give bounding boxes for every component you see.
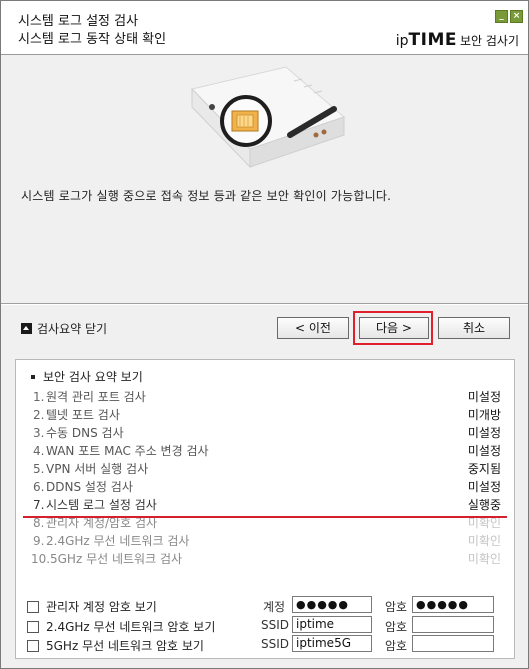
item-label: 텔넷 포트 검사 [46, 408, 120, 422]
item-label: 시스템 로그 설정 검사 [46, 498, 157, 512]
security-summary-panel: 보안 검사 요약 보기 1. 원격 관리 포트 검사 미설정 2. 텔넷 포트 … [15, 359, 515, 659]
wifi24-show-label: 2.4GHz 무선 네트워크 암호 보기 [46, 620, 216, 634]
list-item: 3. 수동 DNS 검사 미설정 [33, 424, 503, 442]
item-number: 7. [33, 498, 45, 512]
item-number: 6. [33, 480, 45, 494]
item-status: 미설정 [467, 444, 501, 458]
wifi24-show-checkbox[interactable] [27, 620, 39, 633]
account-label: 계정 [263, 600, 286, 614]
toggle-summary-button[interactable]: 검사요약 닫기 [21, 320, 107, 337]
page-subtitle: 시스템 로그 동작 상태 확인 [18, 32, 167, 47]
wifi5-password-field[interactable] [412, 635, 494, 652]
wifi5-password-label: 암호 [385, 639, 408, 653]
item-status: 미설정 [467, 390, 501, 404]
list-item-current: 7. 시스템 로그 설정 검사 실행중 [33, 496, 503, 514]
item-status: 실행중 [467, 498, 501, 512]
admin-show-checkbox[interactable] [27, 600, 39, 613]
summary-title-text: 보안 검사 요약 보기 [43, 370, 143, 384]
brand-logo: ipTIME 보안 검사기 [396, 30, 519, 50]
item-number: 10. [31, 552, 51, 566]
brand-ip-text: ip [395, 33, 409, 49]
item-label: 수동 DNS 검사 [46, 426, 124, 440]
item-number: 2. [33, 408, 45, 422]
minimize-icon[interactable]: _ [495, 10, 508, 23]
collapse-icon [21, 323, 32, 334]
brand-time-text: TIME [408, 30, 457, 50]
wifi24-password-label: 암호 [385, 620, 408, 634]
item-number: 3. [33, 426, 45, 440]
wifi24-password-field[interactable] [412, 616, 494, 633]
list-item: 10. 5GHz 무선 네트워크 검사 미확인 [31, 550, 503, 568]
admin-password-label: 암호 [385, 600, 408, 614]
divider [1, 303, 528, 305]
brand-subtitle: 보안 검사기 [459, 34, 519, 48]
admin-password-field[interactable]: ●●●●● [412, 596, 494, 613]
item-status: 미설정 [467, 480, 501, 494]
wifi5-show-label: 5GHz 무선 네트워크 암호 보기 [46, 639, 204, 653]
item-label: VPN 서버 실행 검사 [46, 462, 149, 476]
admin-password-show-option[interactable]: 관리자 계정 암호 보기 [27, 598, 157, 615]
current-item-underline [23, 516, 507, 518]
item-label: 원격 관리 포트 검사 [46, 390, 146, 404]
item-number: 9. [33, 534, 45, 548]
account-field[interactable]: ●●●●● [292, 596, 372, 613]
list-item: 1. 원격 관리 포트 검사 미설정 [33, 388, 503, 406]
bullet-icon [31, 374, 35, 379]
prev-button[interactable]: < 이전 [277, 317, 349, 339]
item-status: 중지됨 [467, 462, 501, 476]
router-illustration [191, 66, 345, 169]
item-number: 5. [33, 462, 45, 476]
item-label: DDNS 설정 검사 [46, 480, 133, 494]
header-banner: 시스템 로그 설정 검사 시스템 로그 동작 상태 확인 _ × ipTIME 보… [1, 1, 528, 55]
summary-title: 보안 검사 요약 보기 [31, 368, 143, 385]
ssid5-label: SSID [261, 637, 290, 651]
item-status: 미확인 [467, 534, 501, 548]
toggle-summary-label: 검사요약 닫기 [37, 322, 108, 336]
wifi5-show-checkbox[interactable] [27, 639, 39, 652]
security-checker-window: 시스템 로그 설정 검사 시스템 로그 동작 상태 확인 _ × ipTIME 보… [0, 0, 529, 669]
wifi24-password-show-option[interactable]: 2.4GHz 무선 네트워크 암호 보기 [27, 618, 215, 635]
list-item: 9. 2.4GHz 무선 네트워크 검사 미확인 [33, 532, 503, 550]
page-title: 시스템 로그 설정 검사 [18, 14, 139, 29]
next-button-highlight [353, 311, 433, 345]
item-status: 미확인 [467, 552, 501, 566]
item-status: 미개방 [467, 408, 501, 422]
list-item: 5. VPN 서버 실행 검사 중지됨 [33, 460, 503, 478]
item-label: 2.4GHz 무선 네트워크 검사 [46, 534, 190, 548]
cancel-button[interactable]: 취소 [438, 317, 510, 339]
wifi5-password-show-option[interactable]: 5GHz 무선 네트워크 암호 보기 [27, 637, 204, 654]
ssid24-field[interactable]: iptime [292, 616, 372, 633]
close-icon[interactable]: × [510, 10, 523, 23]
status-description: 시스템 로그가 실행 중으로 접속 정보 등과 같은 보안 확인이 가능합니다. [21, 189, 392, 203]
ssid5-field[interactable]: iptime5G [292, 635, 372, 652]
item-label: WAN 포트 MAC 주소 변경 검사 [46, 444, 209, 458]
list-item: 2. 텔넷 포트 검사 미개방 [33, 406, 503, 424]
list-item: 4. WAN 포트 MAC 주소 변경 검사 미설정 [33, 442, 503, 460]
item-number: 1. [33, 390, 45, 404]
admin-show-label: 관리자 계정 암호 보기 [46, 600, 157, 614]
ssid24-label: SSID [261, 618, 290, 632]
item-label: 5GHz 무선 네트워크 검사 [50, 552, 183, 566]
check-list: 1. 원격 관리 포트 검사 미설정 2. 텔넷 포트 검사 미개방 3. 수동… [31, 388, 503, 568]
list-item: 6. DDNS 설정 검사 미설정 [33, 478, 503, 496]
item-status: 미설정 [467, 426, 501, 440]
item-number: 4. [33, 444, 45, 458]
